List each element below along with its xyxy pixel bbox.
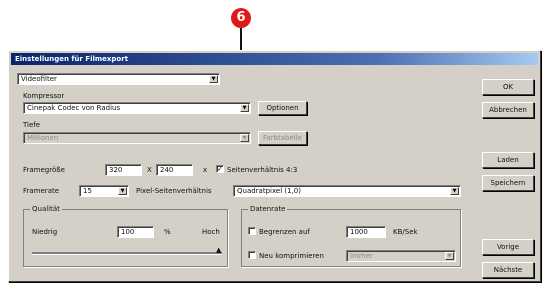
depth-select-value: Millionen: [27, 134, 59, 142]
frame-size-label: Framegröße: [23, 166, 65, 174]
aspect-ratio-label: Seitenverhältnis 4:3: [227, 166, 298, 174]
compressor-select[interactable]: Cinepak Codec von Radius ▼: [23, 102, 251, 114]
cancel-button[interactable]: Abbrechen: [482, 102, 534, 118]
quality-slider-track[interactable]: [32, 252, 222, 255]
quality-group: Qualität: [23, 205, 228, 267]
depth-label: Tiefe: [23, 121, 41, 129]
load-button[interactable]: Laden: [482, 152, 534, 168]
chevron-down-icon: ▼: [450, 187, 459, 195]
quality-input[interactable]: 100: [117, 226, 154, 238]
limit-label: Begrenzen auf: [259, 228, 310, 236]
chevron-down-icon: ▼: [209, 75, 218, 83]
frame-width-input[interactable]: 320: [105, 164, 142, 176]
depth-select[interactable]: Millionen ▼: [23, 132, 251, 144]
quality-low-label: Niedrig: [32, 228, 58, 236]
data-rate-group-label: Datenrate: [248, 205, 288, 214]
quality-unit: %: [164, 228, 171, 236]
compressor-label: Kompressor: [23, 92, 65, 100]
color-table-button[interactable]: Farbtabelle: [258, 131, 307, 145]
frame-rate-select[interactable]: 15 ▼: [79, 185, 129, 197]
pixel-aspect-select[interactable]: Quadratpixel (1,0) ▼: [233, 185, 461, 197]
compressor-options-button[interactable]: Optionen: [258, 101, 307, 115]
quality-slider-thumb[interactable]: ▲: [216, 246, 223, 255]
aspect-ratio-checkbox[interactable]: ✓: [216, 165, 224, 173]
frame-height-input[interactable]: 240: [156, 164, 193, 176]
pixel-aspect-select-value: Quadratpixel (1,0): [237, 187, 301, 195]
pixel-aspect-label: Pixel-Seitenverhältnis: [136, 187, 212, 195]
limit-input[interactable]: 1000: [346, 226, 386, 238]
frame-rate-select-value: 15: [83, 187, 92, 195]
recompress-select[interactable]: Immer ▼: [346, 250, 456, 262]
next-button[interactable]: Nächste: [482, 262, 534, 278]
ok-button[interactable]: OK: [482, 79, 534, 95]
quality-group-label: Qualität: [30, 205, 62, 214]
export-settings-dialog: Einstellungen für Filmexport Videofilter…: [8, 50, 541, 282]
format-select-value: Videofilter: [21, 75, 57, 83]
frame-size-separator: X: [147, 166, 152, 174]
limit-checkbox[interactable]: [248, 227, 256, 235]
frame-size-unit: x: [203, 166, 208, 174]
save-button[interactable]: Speichern: [482, 175, 534, 191]
chevron-down-icon: ▼: [445, 252, 454, 260]
recompress-checkbox[interactable]: [248, 251, 256, 259]
frame-rate-label: Framerate: [23, 187, 60, 195]
chevron-down-icon: ▼: [240, 134, 249, 142]
callout-marker: 6: [231, 8, 251, 28]
dialog-title: Einstellungen für Filmexport: [11, 53, 538, 65]
quality-high-label: Hoch: [202, 228, 220, 236]
recompress-select-value: Immer: [350, 252, 373, 260]
limit-unit: KB/Sek: [393, 228, 418, 236]
chevron-down-icon: ▼: [240, 104, 249, 112]
previous-button[interactable]: Vorige: [482, 239, 534, 255]
recompress-label: Neu komprimieren: [259, 252, 324, 260]
compressor-select-value: Cinepak Codec von Radius: [27, 104, 121, 112]
format-select[interactable]: Videofilter ▼: [17, 73, 220, 85]
chevron-down-icon: ▼: [118, 187, 127, 195]
